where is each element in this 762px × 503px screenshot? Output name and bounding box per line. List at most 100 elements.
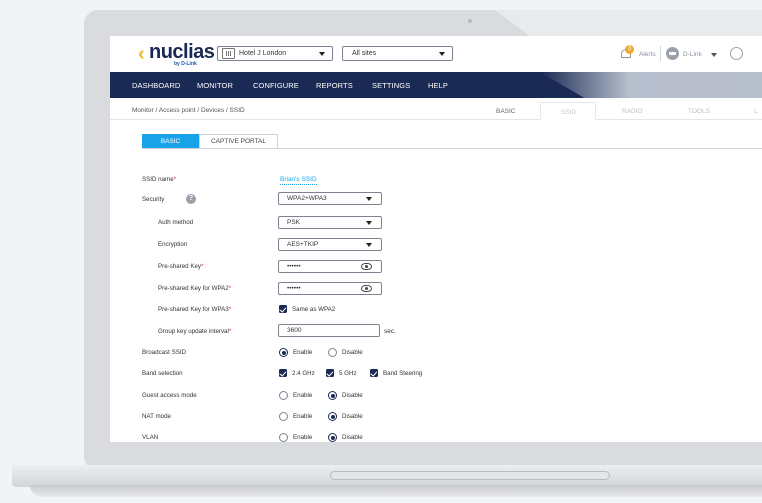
nat-disable-radio[interactable]: [328, 412, 337, 421]
nat-disable-label: Disable: [342, 413, 363, 420]
guest-disable-label: Disable: [342, 392, 363, 399]
bell-icon[interactable]: 3: [620, 45, 634, 60]
security-select[interactable]: WPA2+WPA3: [278, 192, 382, 205]
required-mark: *: [201, 263, 204, 270]
required-mark: *: [228, 328, 232, 335]
broadcast-enable-radio[interactable]: [279, 348, 288, 357]
broadcast-disable-label: Disable: [342, 349, 363, 356]
screen: ‹ nuclias by D-Link Hotel J London All s…: [110, 36, 762, 442]
security-select-value: WPA2+WPA3: [287, 195, 327, 202]
laptop-lid-shine: [495, 10, 762, 36]
encryption-select[interactable]: AES+TKIP: [278, 238, 382, 251]
vlan-disable-label: Disable: [342, 434, 363, 441]
group-key-label: Group key update interval*: [158, 328, 231, 335]
tabs-divider: [142, 148, 762, 149]
nat-mode-label: NAT mode: [142, 413, 171, 420]
encryption-label: Encryption: [158, 241, 188, 248]
vlan-enable-radio[interactable]: [279, 433, 288, 442]
eye-icon[interactable]: [361, 263, 372, 270]
site-select-value: Hotel J London: [239, 50, 287, 57]
same-as-wpa2-checkbox[interactable]: [279, 305, 287, 313]
vlan-disable-radio[interactable]: [328, 433, 337, 442]
band-5-checkbox[interactable]: [326, 369, 334, 377]
alerts-badge: 3: [625, 45, 634, 54]
guest-enable-radio[interactable]: [279, 391, 288, 400]
scope-select-value: All sites: [352, 50, 377, 57]
chevron-down-icon: [366, 220, 372, 225]
nav-settings[interactable]: SETTINGS: [372, 81, 410, 90]
psk-label: Pre-shared Key*: [158, 263, 203, 270]
psk-wpa3-label-text: Pre-shared Key for WPA3: [158, 306, 229, 313]
scope-select[interactable]: All sites: [342, 46, 453, 61]
alerts-link[interactable]: Alerts: [639, 51, 656, 58]
breadcrumb[interactable]: Monitor / Access point / Devices / SSID: [132, 107, 245, 114]
broadcast-enable-label: Enable: [293, 349, 313, 356]
user-menu-label[interactable]: D-Link: [683, 51, 702, 58]
psk-wpa2-input[interactable]: ••••••: [278, 282, 382, 295]
chevron-down-icon[interactable]: [711, 53, 717, 57]
tab-basic[interactable]: BASIC: [496, 108, 516, 115]
top-header: ‹ nuclias by D-Link Hotel J London All s…: [110, 36, 762, 72]
eye-icon[interactable]: [361, 285, 372, 292]
logo-subtitle: by D-Link: [174, 61, 197, 67]
chevron-down-icon: [439, 51, 445, 56]
psk-input[interactable]: ••••••: [278, 260, 382, 273]
nuclias-logo[interactable]: ‹ nuclias by D-Link: [138, 41, 215, 67]
nat-enable-radio[interactable]: [279, 412, 288, 421]
guest-access-label: Guest access mode: [142, 392, 197, 399]
group-key-input[interactable]: 3600: [278, 324, 380, 337]
ssid-name-label-text: SSID name: [142, 176, 174, 183]
camera-dot: [468, 19, 472, 23]
guest-disable-radio[interactable]: [328, 391, 337, 400]
vlan-enable-label: Enable: [293, 434, 313, 441]
globe-icon[interactable]: [730, 47, 743, 60]
tab-radio[interactable]: RADIO: [622, 108, 643, 115]
encryption-value: AES+TKIP: [287, 241, 319, 248]
site-select[interactable]: Hotel J London: [217, 46, 333, 61]
psk-wpa3-label: Pre-shared Key for WPA3*: [158, 306, 231, 313]
logo-chevron-icon: ‹: [138, 43, 145, 65]
tab-ssid-label: SSID: [561, 109, 577, 116]
required-mark: *: [228, 306, 232, 313]
chevron-down-icon: [366, 196, 372, 201]
group-key-unit: sec.: [384, 328, 396, 335]
auth-method-select[interactable]: PSK: [278, 216, 382, 229]
band-24-checkbox[interactable]: [279, 369, 287, 377]
laptop-notch: [330, 471, 610, 480]
vlan-label: VLAN: [142, 434, 159, 441]
auth-method-value: PSK: [287, 219, 301, 226]
nav-monitor[interactable]: MONITOR: [197, 81, 233, 90]
nav-reports[interactable]: REPORTS: [316, 81, 353, 90]
nav-configure[interactable]: CONFIGURE: [253, 81, 299, 90]
chevron-down-icon: [366, 242, 372, 247]
band-steering-checkbox[interactable]: [370, 369, 378, 377]
help-icon[interactable]: ?: [186, 194, 196, 204]
psk-wpa2-label: Pre-shared Key for WPA2*: [158, 285, 231, 292]
nav-dashboard[interactable]: DASHBOARD: [132, 81, 180, 90]
ssid-name-field[interactable]: Brian's SSID: [280, 176, 317, 185]
building-icon: [222, 48, 235, 59]
tab-more[interactable]: L: [754, 108, 758, 115]
tab-captive-portal[interactable]: CAPTIVE PORTAL: [199, 134, 278, 149]
tab-tools[interactable]: TOOLS: [688, 108, 710, 115]
nav-help[interactable]: HELP: [428, 81, 448, 90]
required-mark: *: [228, 285, 232, 292]
ssid-name-label: SSID name*: [142, 176, 176, 183]
band-selection-label: Band selection: [142, 370, 183, 377]
same-as-wpa2-label: Same as WPA2: [292, 306, 336, 313]
chevron-down-icon: [319, 51, 325, 56]
auth-method-label: Auth method: [158, 219, 194, 226]
required-mark: *: [173, 176, 177, 183]
group-key-label-text: Group key update interval: [158, 328, 229, 335]
psk-wpa2-label-text: Pre-shared Key for WPA2: [158, 285, 229, 292]
tab-ssid[interactable]: SSID: [540, 102, 596, 120]
broadcast-disable-radio[interactable]: [328, 348, 337, 357]
broadcast-ssid-label: Broadcast SSID: [142, 349, 187, 356]
laptop-base-bottom: [30, 485, 762, 497]
group-key-value: 3600: [287, 327, 302, 334]
header-divider: [660, 46, 661, 61]
avatar[interactable]: [666, 47, 679, 60]
psk-label-text: Pre-shared Key: [158, 263, 201, 270]
guest-enable-label: Enable: [293, 392, 313, 399]
tab-basic-settings[interactable]: BASIC: [142, 134, 199, 149]
